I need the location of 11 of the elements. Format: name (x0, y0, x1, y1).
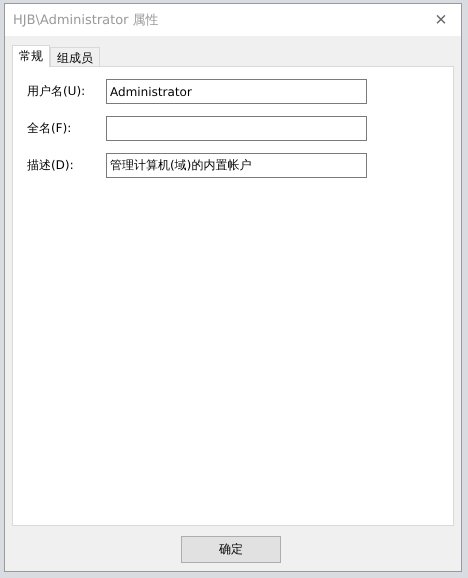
close-button[interactable]: × (421, 4, 461, 36)
field-label: 用户名(U): (26, 83, 86, 100)
input-field[interactable] (106, 116, 367, 141)
field-label: 描述(D): (26, 157, 75, 174)
input-field[interactable]: Administrator (106, 79, 367, 104)
tab[interactable]: 组成员 (50, 47, 100, 66)
input-field[interactable]: 管理计算机(域)的内置帐户 (106, 153, 367, 178)
ok-button[interactable]: 确定 (181, 536, 281, 563)
window-title: HJB\Administrator 属性 (13, 12, 159, 29)
field-label: 全名(F): (26, 120, 72, 137)
tab[interactable]: 常规 (12, 45, 50, 67)
